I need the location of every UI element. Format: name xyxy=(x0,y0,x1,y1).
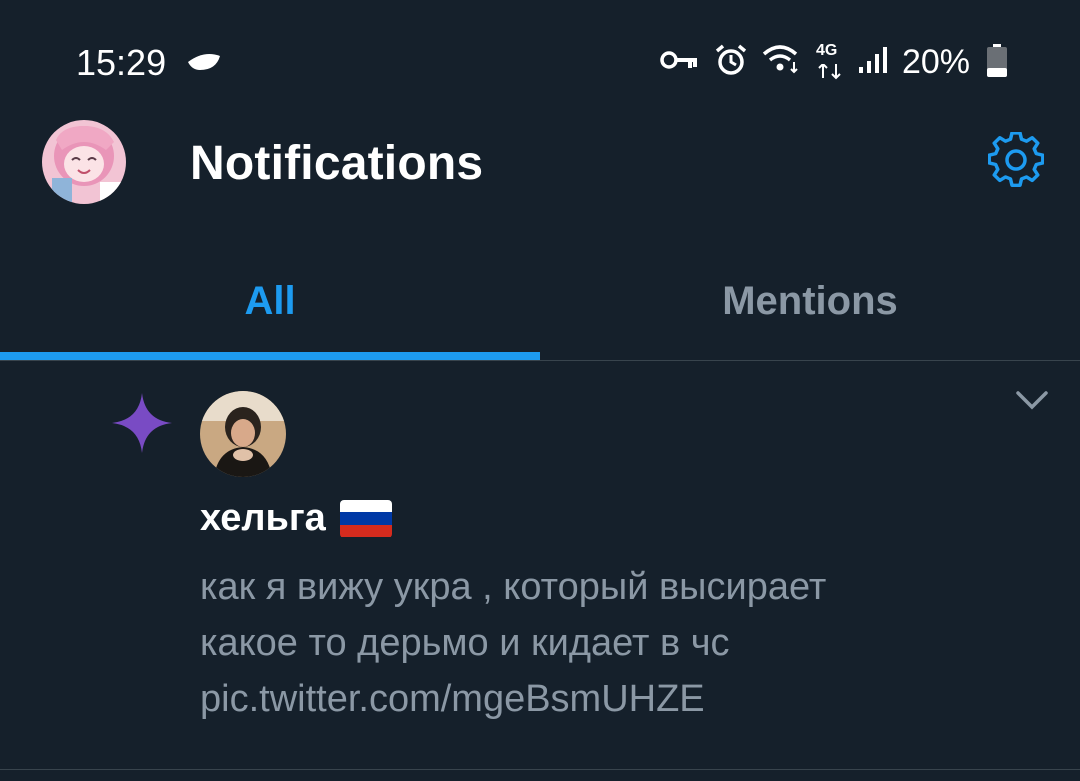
tweet-link[interactable]: pic.twitter.com/mgeBsmUHZE xyxy=(200,671,1020,727)
status-icons: 4G 20% xyxy=(660,40,970,84)
cloud-icon xyxy=(186,50,222,79)
tweet-text[interactable]: как я вижу укра , который высирает какое… xyxy=(200,559,1020,727)
wifi-icon xyxy=(762,44,802,81)
user-avatar[interactable] xyxy=(200,391,286,477)
sparkle-icon xyxy=(110,391,174,460)
network-4g-icon: 4G xyxy=(816,42,844,80)
active-tab-indicator xyxy=(0,352,540,360)
status-time: 15:29 xyxy=(76,42,167,83)
alarm-icon xyxy=(714,43,748,82)
tweet-text-line: какое то дерьмо и кидает в чс xyxy=(200,622,730,664)
signal-icon xyxy=(858,45,888,80)
battery-icon xyxy=(986,44,1008,83)
tab-bar: All Mentions xyxy=(0,242,1080,361)
tweet-text-line: как я вижу укра , который высирает xyxy=(200,566,827,608)
russia-flag-icon xyxy=(339,499,392,538)
gear-icon xyxy=(987,131,1045,192)
user-name-row: хельга xyxy=(200,497,392,540)
key-icon xyxy=(660,48,700,77)
notification-item[interactable]: хельга как я вижу укра , который высирае… xyxy=(0,361,1080,770)
tab-mentions[interactable]: Mentions xyxy=(540,242,1080,360)
tab-all[interactable]: All xyxy=(0,242,540,360)
user-name[interactable]: хельга xyxy=(200,497,326,540)
header: Notifications xyxy=(0,92,1080,242)
avatar[interactable] xyxy=(42,120,126,204)
chevron-down-icon[interactable] xyxy=(1014,385,1050,415)
page-title: Notifications xyxy=(190,137,484,190)
status-bar: 15:29 4G 20% xyxy=(0,0,1080,92)
battery-percent: 20% xyxy=(901,42,970,81)
settings-button[interactable] xyxy=(987,131,1045,188)
